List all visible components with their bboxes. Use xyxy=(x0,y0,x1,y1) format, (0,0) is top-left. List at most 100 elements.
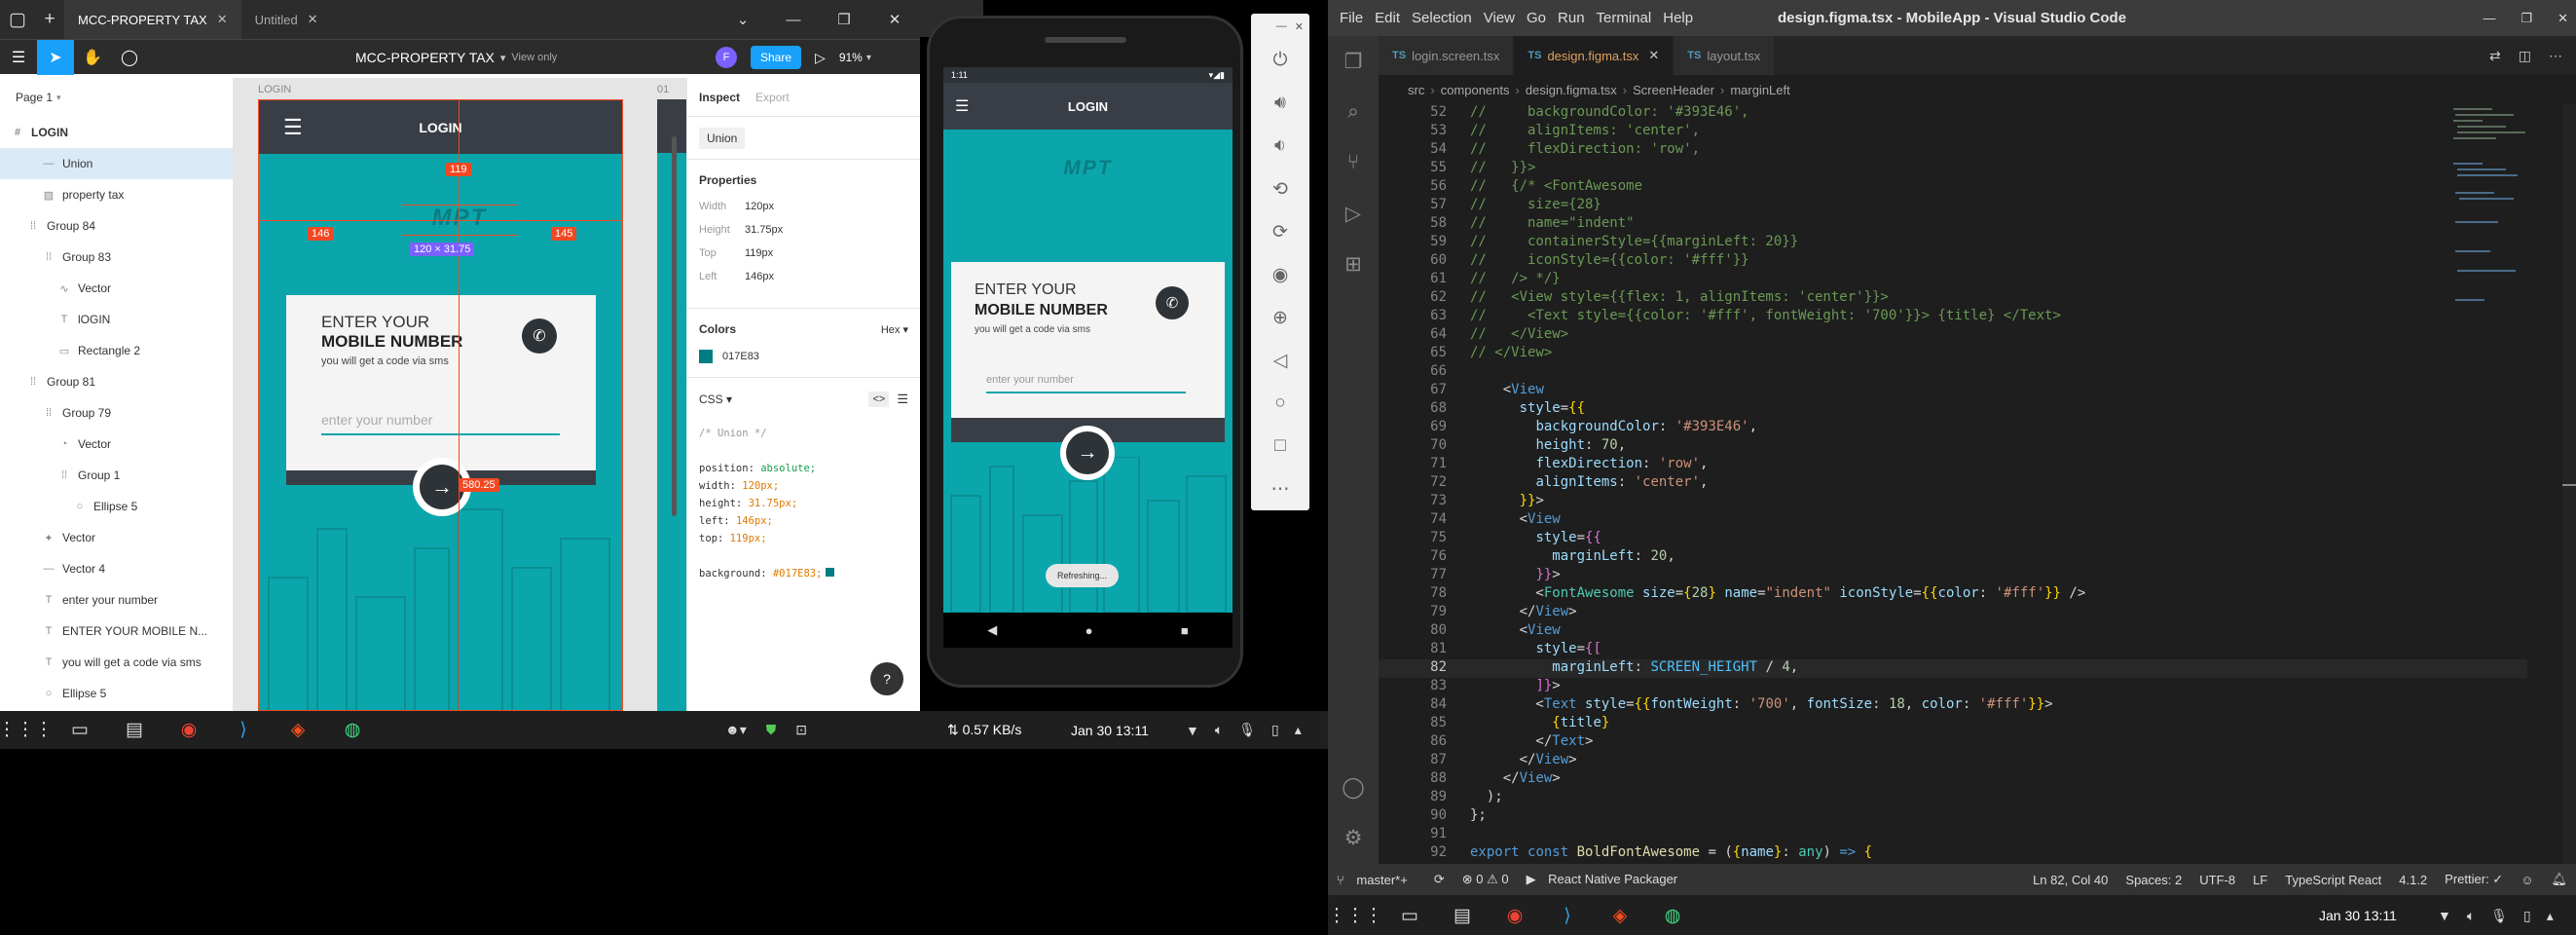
wifi-icon[interactable]: ▼ xyxy=(1186,723,1199,738)
code-line[interactable]: 60 // iconStyle={{color: '#fff'}} xyxy=(1379,252,2527,271)
layer-row[interactable]: ⁞⁞ Group 84 xyxy=(0,210,233,242)
move-tool-icon[interactable]: ➤ xyxy=(37,39,74,75)
vertical-scrollbar[interactable] xyxy=(2562,104,2576,864)
terminal-icon[interactable]: ▭ xyxy=(1390,897,1429,935)
chrome-icon[interactable]: ◉ xyxy=(169,711,208,749)
shield-icon[interactable]: ⛊ xyxy=(766,722,777,738)
indentation[interactable]: Spaces: 2 xyxy=(2116,873,2190,887)
home-icon[interactable]: ▢ xyxy=(0,1,35,39)
layer-row[interactable]: ⁞⁞ Group 1 xyxy=(0,460,233,491)
rotate-right-icon[interactable]: ⟳ xyxy=(1251,210,1309,253)
emulator-screen[interactable]: 1:11 ▾◢▮ ☰ LOGIN MPT ENTER YOUR MOBILE N… xyxy=(943,67,1233,613)
canvas-scrollbar[interactable] xyxy=(672,136,677,516)
record-icon[interactable]: ⊡ xyxy=(795,722,807,738)
layer-row[interactable]: ▨ property tax xyxy=(0,179,233,210)
extensions-icon[interactable]: ⊞ xyxy=(1328,239,1379,289)
android-studio-icon[interactable]: ◍ xyxy=(1653,897,1692,935)
layer-row[interactable]: — Vector 4 xyxy=(0,553,233,584)
play-icon[interactable]: ▷ xyxy=(815,50,826,66)
layer-row[interactable]: ⁞⁞ Group 79 xyxy=(0,397,233,429)
code-line[interactable]: 65 // </View> xyxy=(1379,345,2527,363)
color-format-select[interactable]: Hex ▾ xyxy=(881,323,908,336)
page-selector[interactable]: Page 1 xyxy=(16,91,53,104)
code-line[interactable]: 78 <FontAwesome size={28} name="indent" … xyxy=(1379,585,2527,604)
prettier-status[interactable]: Prettier: ✓ xyxy=(2436,872,2512,887)
menu-item[interactable]: View xyxy=(1478,10,1521,26)
minimap[interactable] xyxy=(2449,104,2557,348)
editor-tab[interactable]: TS login.screen.tsx xyxy=(1379,36,1515,75)
menu-item[interactable]: Edit xyxy=(1369,10,1406,26)
editor-tab[interactable]: TS layout.tsx xyxy=(1674,36,1776,75)
code-line[interactable]: 79 </View> xyxy=(1379,604,2527,622)
minimize-icon[interactable]: — xyxy=(768,12,819,28)
battery-icon[interactable]: ▯ xyxy=(1271,722,1279,738)
minimize-icon[interactable]: — xyxy=(2483,11,2495,25)
close-icon[interactable]: ✕ xyxy=(308,12,318,27)
layer-row[interactable]: ○ Ellipse 5 xyxy=(0,491,233,522)
layer-row[interactable]: # LOGIN xyxy=(0,117,233,148)
figma-tab[interactable]: Untitled ✕ xyxy=(241,0,332,39)
menu-item[interactable]: Selection xyxy=(1406,10,1478,26)
code-line[interactable]: 59 // containerStyle={{marginLeft: 20}} xyxy=(1379,234,2527,252)
search-icon[interactable]: ⌕ xyxy=(1328,87,1379,137)
property-value[interactable]: 31.75px xyxy=(745,224,783,236)
settings-gear-icon[interactable]: ⚙ xyxy=(1328,812,1379,863)
code-line[interactable]: 63 // <Text style={{color: '#fff', fontWe… xyxy=(1379,308,2527,326)
code-line[interactable]: 56 // {/* <FontAwesome xyxy=(1379,178,2527,197)
layer-row[interactable]: ✦ Vector xyxy=(0,522,233,553)
rotate-left-icon[interactable]: ⟲ xyxy=(1251,168,1309,210)
zoom-level[interactable]: 91% xyxy=(839,51,863,64)
figma-icon[interactable]: ◈ xyxy=(1601,897,1639,935)
code-line[interactable]: 66 xyxy=(1379,363,2527,382)
property-value[interactable]: 146px xyxy=(745,271,774,282)
sync-icon[interactable]: ⟳ xyxy=(1425,872,1454,887)
code-line[interactable]: 52 // backgroundColor: '#393E46', xyxy=(1379,104,2527,123)
problems-indicator[interactable]: ⊗ 0 ⚠ 0 xyxy=(1454,872,1518,887)
menu-icon[interactable]: ☰ xyxy=(0,40,37,75)
code-line[interactable]: 84 <Text style={{fontWeight: '700', font… xyxy=(1379,696,2527,715)
figma-tab[interactable]: MCC-PROPERTY TAX ✕ xyxy=(64,0,241,39)
layer-row[interactable]: ◔ Vector xyxy=(0,429,233,460)
css-title[interactable]: CSS ▾ xyxy=(699,393,732,406)
share-button[interactable]: Share xyxy=(751,46,802,69)
code-line[interactable]: 55 // }}> xyxy=(1379,160,2527,178)
mic-icon[interactable]: 🎙︎ xyxy=(2490,908,2508,924)
frame-label[interactable]: LOGIN xyxy=(258,84,291,95)
submit-arrow-button[interactable]: → xyxy=(1060,426,1115,480)
layer-row[interactable]: — Union xyxy=(0,148,233,179)
close-icon[interactable]: ✕ xyxy=(1295,20,1304,33)
number-input[interactable]: enter your number xyxy=(986,374,1186,393)
breadcrumb-item[interactable]: components xyxy=(1441,83,1510,97)
tab-export[interactable]: Export xyxy=(755,91,790,104)
list-view-icon[interactable]: ☰ xyxy=(897,392,908,407)
mic-icon[interactable]: 🎙︎ xyxy=(1238,722,1256,738)
figma-icon[interactable]: ◈ xyxy=(278,711,317,749)
code-line[interactable]: 75 style={{ xyxy=(1379,530,2527,548)
tab-inspect[interactable]: Inspect xyxy=(699,91,740,104)
code-line[interactable]: 71 flexDirection: 'row', xyxy=(1379,456,2527,474)
layer-row[interactable]: Tyou will get a code via sms xyxy=(0,647,233,678)
code-line[interactable]: 61 // /> */} xyxy=(1379,271,2527,289)
property-value[interactable]: 119px xyxy=(745,247,773,259)
menu-item[interactable]: Run xyxy=(1552,10,1591,26)
more-icon[interactable]: ⋯ xyxy=(1251,468,1309,510)
login-frame[interactable]: ☰ LOGIN MPT ENTER YOUR MOBILE NUMBER you xyxy=(258,99,623,711)
code-line[interactable]: 57 // size={28} xyxy=(1379,197,2527,215)
layer-row[interactable]: ∿ Vector xyxy=(0,273,233,304)
layer-row[interactable]: TlOGIN xyxy=(0,304,233,335)
frame-label[interactable]: 01 xyxy=(657,84,669,95)
code-line[interactable]: 77 }}> xyxy=(1379,567,2527,585)
layer-row[interactable]: ▭ Rectangle 2 xyxy=(0,335,233,366)
layer-row[interactable]: ⁞⁞ Group 83 xyxy=(0,242,233,273)
hand-tool-icon[interactable]: ✋ xyxy=(74,40,111,75)
code-line[interactable]: 70 height: 70, xyxy=(1379,437,2527,456)
back-icon[interactable]: ◀ xyxy=(987,622,997,638)
source-control-icon[interactable]: ⑂ xyxy=(1328,137,1379,188)
run-debug-icon[interactable]: ▷ xyxy=(1328,188,1379,239)
menu-item[interactable]: Help xyxy=(1657,10,1699,26)
android-studio-icon[interactable]: ◍ xyxy=(333,711,372,749)
recents-icon[interactable]: ■ xyxy=(1181,623,1189,638)
menu-icon[interactable]: ☰ xyxy=(955,96,969,116)
file-title[interactable]: MCC-PROPERTY TAX xyxy=(355,50,495,65)
code-line[interactable]: 54 // flexDirection: 'row', xyxy=(1379,141,2527,160)
